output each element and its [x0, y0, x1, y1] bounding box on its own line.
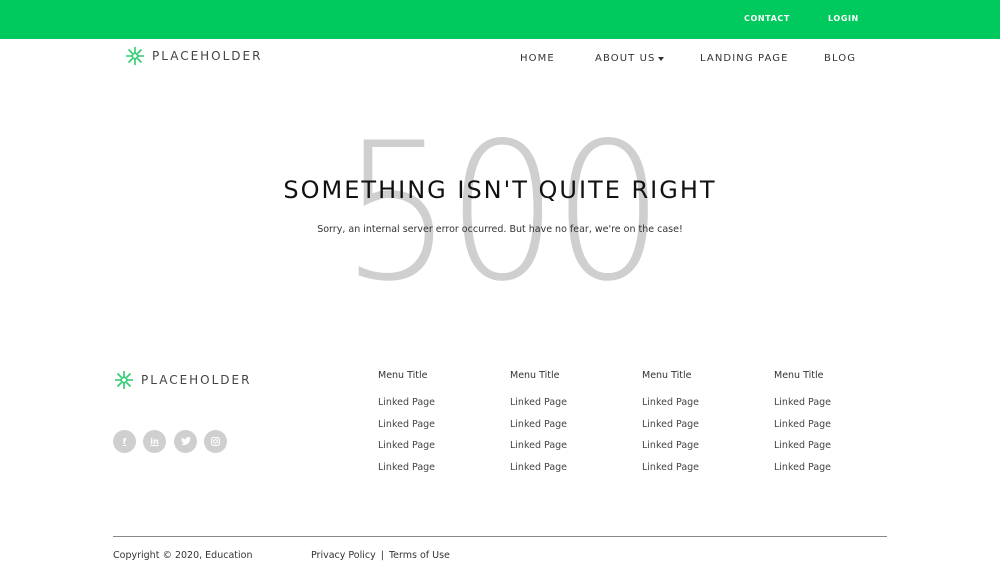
footer-link[interactable]: Linked Page	[774, 462, 831, 484]
footer-link[interactable]: Linked Page	[642, 397, 699, 419]
footer-column: Menu Title Linked Page Linked Page Linke…	[774, 370, 831, 483]
nav-about-us[interactable]: ABOUT US	[595, 53, 655, 64]
nav-landing-page[interactable]: LANDING PAGE	[700, 53, 789, 64]
footer-link[interactable]: Linked Page	[510, 440, 567, 462]
legal-separator: |	[380, 550, 384, 561]
footer-column-title: Menu Title	[378, 370, 428, 381]
footer-divider	[113, 536, 887, 537]
footer-link[interactable]: Linked Page	[378, 419, 435, 441]
chevron-down-icon[interactable]	[658, 57, 664, 61]
error-message: Sorry, an internal server error occurred…	[317, 224, 683, 235]
copyright-text: Copyright © 2020, Education	[113, 550, 253, 561]
footer-link[interactable]: Linked Page	[774, 397, 831, 419]
footer-link[interactable]: Linked Page	[774, 440, 831, 462]
footer-column-title: Menu Title	[774, 370, 824, 381]
footer-link[interactable]: Linked Page	[510, 419, 567, 441]
footer-column: Menu Title Linked Page Linked Page Linke…	[510, 370, 567, 483]
nav-blog[interactable]: BLOG	[824, 53, 856, 64]
instagram-icon[interactable]	[204, 430, 227, 453]
page-title: SOMETHING ISN'T QUITE RIGHT	[283, 176, 717, 204]
footer-link[interactable]: Linked Page	[774, 419, 831, 441]
facebook-icon[interactable]: f	[113, 430, 136, 453]
utility-bar: CONTACT LOGIN	[0, 0, 1000, 39]
footer-column-title: Menu Title	[642, 370, 692, 381]
footer-column: Menu Title Linked Page Linked Page Linke…	[642, 370, 699, 483]
footer-link[interactable]: Linked Page	[510, 462, 567, 484]
nav-home[interactable]: HOME	[520, 53, 555, 64]
logo-text: PLACEHOLDER	[141, 373, 252, 387]
footer-logo[interactable]: PLACEHOLDER	[113, 369, 251, 391]
linkedin-icon[interactable]: in	[143, 430, 166, 453]
privacy-policy-link[interactable]: Privacy Policy	[311, 550, 376, 561]
footer-column: Menu Title Linked Page Linked Page Linke…	[378, 370, 435, 483]
footer-link[interactable]: Linked Page	[642, 462, 699, 484]
error-code: 500	[341, 102, 664, 323]
logo-mark-icon	[115, 371, 133, 389]
login-link[interactable]: LOGIN	[828, 14, 859, 23]
footer-link[interactable]: Linked Page	[642, 440, 699, 462]
header-logo[interactable]: PLACEHOLDER	[124, 45, 262, 67]
terms-of-use-link[interactable]: Terms of Use	[389, 550, 450, 561]
footer-link[interactable]: Linked Page	[378, 462, 435, 484]
logo-text: PLACEHOLDER	[152, 49, 263, 63]
legal-links: Privacy Policy | Terms of Use	[311, 550, 450, 561]
footer-column-title: Menu Title	[510, 370, 560, 381]
logo-mark-icon	[126, 47, 144, 65]
footer-link[interactable]: Linked Page	[378, 440, 435, 462]
twitter-icon[interactable]	[174, 430, 197, 453]
footer-link[interactable]: Linked Page	[642, 419, 699, 441]
contact-link[interactable]: CONTACT	[744, 14, 790, 23]
footer-link[interactable]: Linked Page	[378, 397, 435, 419]
footer-link[interactable]: Linked Page	[510, 397, 567, 419]
